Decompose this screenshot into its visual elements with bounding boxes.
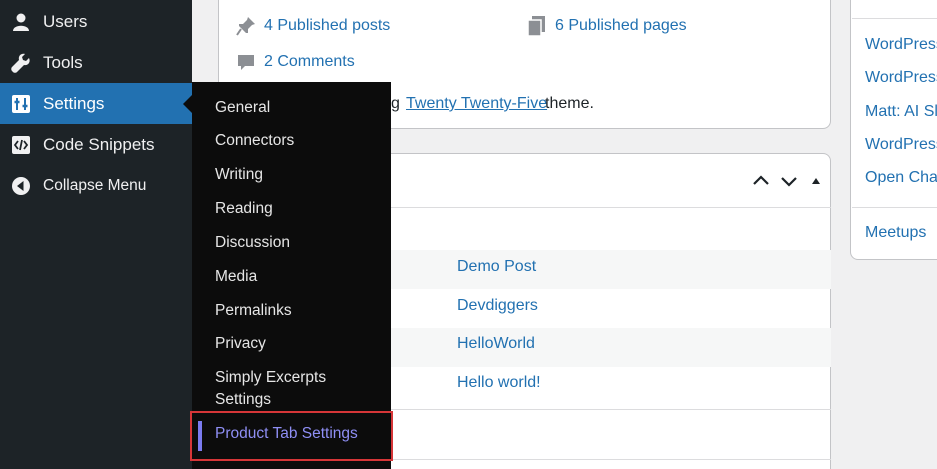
news-divider	[852, 18, 937, 19]
submenu-item-permalinks[interactable]: Permalinks	[215, 300, 385, 322]
submenu-item-privacy[interactable]: Privacy	[215, 333, 385, 355]
submenu-item-media[interactable]: Media	[215, 266, 385, 288]
news-link[interactable]: WordPress	[865, 69, 937, 87]
published-pages-link[interactable]: 6 Published pages	[555, 17, 687, 35]
sidebar-item-label: Users	[43, 11, 88, 31]
published-posts-link[interactable]: 4 Published posts	[264, 17, 390, 35]
activity-post-link[interactable]: Hello world!	[457, 374, 541, 392]
news-link[interactable]: WordPress	[865, 36, 937, 54]
move-up-icon[interactable]	[752, 172, 770, 190]
pin-icon	[236, 17, 255, 36]
sidebar-item-label: Code Snippets	[43, 134, 155, 154]
toggle-panel-icon[interactable]	[810, 175, 822, 187]
wrench-icon	[10, 52, 32, 74]
submenu-item-connectors[interactable]: Connectors	[215, 130, 385, 152]
submenu-item-general[interactable]: General	[215, 97, 385, 119]
user-icon	[10, 11, 32, 33]
theme-text-suffix: theme.	[545, 95, 594, 112]
sidebar-item-label: Collapse Menu	[43, 176, 147, 194]
submenu-item-reading[interactable]: Reading	[215, 198, 385, 220]
activity-post-link[interactable]: Demo Post	[457, 258, 536, 276]
theme-link[interactable]: Twenty Twenty-Five	[406, 95, 547, 113]
comment-icon	[238, 55, 254, 70]
sidebar-item-users[interactable]: Users	[0, 1, 192, 42]
news-link[interactable]: WordPress	[865, 136, 937, 154]
move-down-icon[interactable]	[780, 172, 798, 190]
activity-post-link[interactable]: Devdiggers	[457, 297, 538, 315]
code-snippets-icon	[10, 134, 32, 156]
sidebar-item-label: Settings	[43, 93, 105, 113]
news-link[interactable]: Matt: AI Sl	[865, 103, 937, 121]
submenu-item-writing[interactable]: Writing	[215, 164, 385, 186]
collapse-arrow-icon	[10, 175, 32, 197]
news-link[interactable]: Open Char	[865, 169, 937, 187]
active-indicator-bar	[198, 421, 202, 451]
submenu-item-discussion[interactable]: Discussion	[215, 232, 385, 254]
submenu-item-product-tab-settings[interactable]: Product Tab Settings	[190, 411, 393, 461]
sidebar-item-label: Tools	[43, 52, 83, 72]
pages-icon	[527, 16, 545, 37]
sidebar-item-code-snippets[interactable]: Code Snippets	[0, 124, 192, 165]
collapse-menu-button[interactable]: Collapse Menu	[0, 165, 192, 206]
submenu-item-simply-excerpts-settings[interactable]: Simply Excerpts Settings	[215, 367, 345, 411]
comments-link[interactable]: 2 Comments	[264, 53, 355, 71]
meetups-link[interactable]: Meetups	[865, 224, 926, 242]
admin-sidebar: Users Tools Settings Code Snippets Colla…	[0, 0, 192, 469]
sidebar-item-settings[interactable]: Settings	[0, 83, 192, 124]
theme-text-prefix: g	[391, 95, 400, 112]
settings-sliders-icon	[10, 93, 32, 115]
submenu-item-label: Product Tab Settings	[215, 425, 358, 442]
activity-post-link[interactable]: HelloWorld	[457, 335, 535, 353]
news-divider	[852, 207, 937, 208]
sidebar-item-tools[interactable]: Tools	[0, 42, 192, 83]
